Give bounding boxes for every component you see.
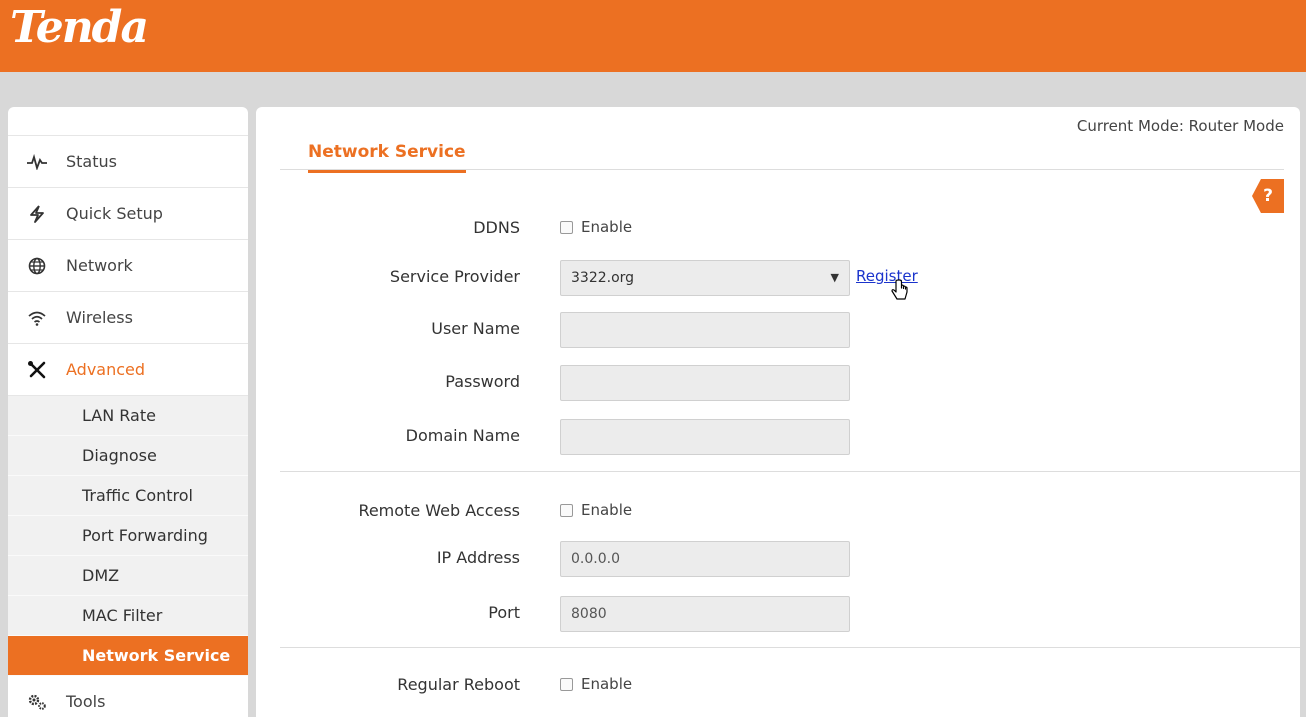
regular-reboot-enable-checkbox[interactable]: Enable — [560, 675, 632, 693]
chevron-down-icon: ▼ — [830, 271, 839, 284]
pulse-icon — [26, 151, 48, 173]
sidebar-item-label: Status — [66, 152, 117, 171]
enable-label: Enable — [581, 218, 633, 236]
lightning-icon — [26, 203, 48, 225]
port-row: Port 8080 — [256, 593, 1300, 633]
submenu-item-network-service[interactable]: Network Service — [8, 636, 248, 676]
sidebar-item-quick-setup[interactable]: Quick Setup — [8, 188, 248, 240]
sidebar-item-tools[interactable]: Tools — [8, 676, 248, 717]
regular-reboot-row: Regular Reboot Enable — [256, 665, 1300, 705]
enable-label: Enable — [581, 501, 633, 519]
current-mode-text: Current Mode: Router Mode — [1076, 117, 1284, 135]
main-content: Current Mode: Router Mode Network Servic… — [256, 107, 1300, 717]
tools-icon — [26, 359, 48, 381]
sidebar-item-network[interactable]: Network — [8, 240, 248, 292]
domain-row: Domain Name — [256, 416, 1300, 456]
title-divider — [280, 169, 1284, 170]
enable-label: Enable — [581, 675, 633, 693]
wifi-icon — [26, 307, 48, 329]
sidebar-item-label: Advanced — [66, 360, 146, 379]
header-spacer — [0, 72, 1306, 108]
username-label: User Name — [431, 319, 520, 338]
domain-label: Domain Name — [405, 426, 520, 445]
submenu-item-port-forwarding[interactable]: Port Forwarding — [8, 516, 248, 556]
sidebar-item-advanced[interactable]: Advanced — [8, 344, 248, 396]
sidebar: Status Quick Setup Network Wireless Adva… — [8, 107, 248, 717]
remote-access-label: Remote Web Access — [358, 501, 520, 520]
service-provider-label: Service Provider — [389, 267, 520, 286]
tenda-logo: Tenda — [10, 2, 149, 53]
regular-reboot-label: Regular Reboot — [397, 675, 520, 694]
gears-icon — [26, 691, 48, 713]
ddns-label: DDNS — [473, 218, 520, 237]
section-divider — [280, 471, 1300, 472]
username-input[interactable] — [560, 312, 850, 348]
service-provider-row: Service Provider 3322.org ▼ Register — [256, 257, 1300, 300]
sidebar-top-gap — [8, 107, 248, 136]
section-divider — [280, 647, 1300, 648]
domain-input[interactable] — [560, 419, 850, 455]
sidebar-item-label: Wireless — [66, 308, 133, 327]
advanced-submenu: LAN Rate Diagnose Traffic Control Port F… — [8, 396, 248, 676]
checkbox-box[interactable] — [560, 503, 573, 517]
submenu-item-traffic-control[interactable]: Traffic Control — [8, 476, 248, 516]
service-provider-value: 3322.org — [571, 270, 635, 286]
password-row: Password — [256, 362, 1300, 402]
sidebar-item-wireless[interactable]: Wireless — [8, 292, 248, 344]
checkbox-box[interactable] — [560, 677, 573, 691]
password-label: Password — [445, 372, 520, 391]
ip-address-input[interactable]: 0.0.0.0 — [560, 541, 850, 577]
top-header-bar: Tenda — [0, 0, 1306, 72]
ip-address-row: IP Address 0.0.0.0 — [256, 538, 1300, 578]
submenu-item-lan-rate[interactable]: LAN Rate — [8, 396, 248, 436]
password-input[interactable] — [560, 365, 850, 401]
sidebar-item-label: Network — [66, 256, 133, 275]
submenu-item-dmz[interactable]: DMZ — [8, 556, 248, 596]
remote-access-enable-checkbox[interactable]: Enable — [560, 501, 632, 519]
service-provider-select[interactable]: 3322.org ▼ — [560, 260, 850, 296]
hand-cursor-icon — [890, 279, 910, 307]
sidebar-item-label: Tools — [66, 692, 106, 711]
remote-access-row: Remote Web Access Enable — [256, 491, 1300, 531]
checkbox-box[interactable] — [560, 220, 573, 234]
sidebar-item-status[interactable]: Status — [8, 136, 248, 188]
port-input[interactable]: 8080 — [560, 596, 850, 632]
ddns-row: DDNS Enable — [256, 208, 1300, 248]
submenu-item-diagnose[interactable]: Diagnose — [8, 436, 248, 476]
ip-address-label: IP Address — [436, 548, 520, 567]
globe-icon — [26, 255, 48, 277]
username-row: User Name — [256, 309, 1300, 349]
port-label: Port — [488, 603, 520, 622]
sidebar-item-label: Quick Setup — [66, 204, 163, 223]
ddns-enable-checkbox[interactable]: Enable — [560, 218, 632, 236]
submenu-item-mac-filter[interactable]: MAC Filter — [8, 596, 248, 636]
